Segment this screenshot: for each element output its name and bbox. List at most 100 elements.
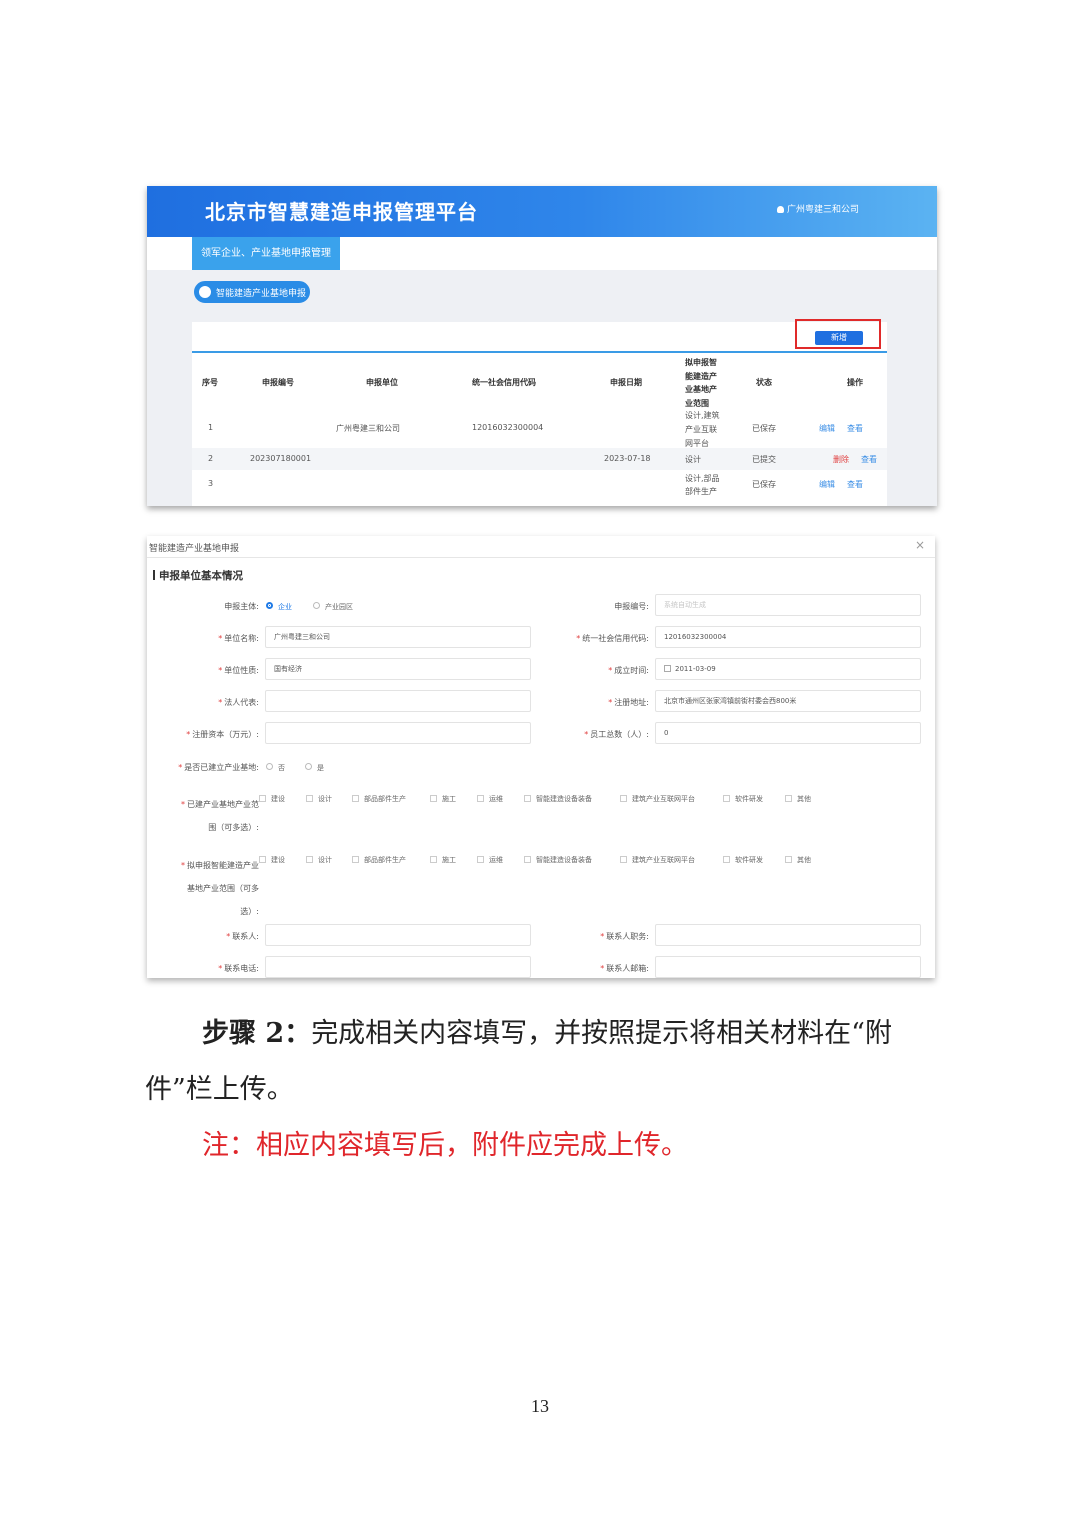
code-field[interactable]: 系统自动生成 (655, 594, 921, 616)
checkbox[interactable] (524, 795, 531, 802)
view-link[interactable]: 查看 (847, 479, 863, 490)
radio-built-no-label: 否 (278, 764, 285, 772)
unit-name-field[interactable]: 广州粤建三和公司 (265, 626, 531, 648)
user-menu[interactable]: 广州粤建三和公司 (777, 202, 859, 215)
contact-field[interactable] (265, 924, 531, 946)
radio-built-yes[interactable] (305, 763, 312, 770)
checkbox[interactable] (306, 856, 313, 863)
note-text: 注：相应内容填写后，附件应完成上传。 (202, 1130, 688, 1161)
radio-built-no[interactable] (266, 763, 273, 770)
subject-label: 申报主体: (224, 602, 259, 611)
cell-scope: 设计 (685, 455, 701, 464)
checkbox[interactable] (430, 856, 437, 863)
checkbox-label: 部品部件生产 (364, 856, 406, 864)
nav-tab-management[interactable]: 领军企业、产业基地申报管理 (192, 237, 340, 270)
checkbox[interactable] (785, 856, 792, 863)
checkbox[interactable] (477, 856, 484, 863)
radio-park[interactable] (313, 602, 320, 609)
staff-label: * 员工总数（人）: (584, 730, 649, 739)
cell-no: 1 (208, 423, 214, 432)
label-text: 成立时间: (614, 666, 649, 675)
close-icon[interactable]: × (915, 538, 925, 552)
column-header: 申报编号 (262, 378, 294, 387)
email-label: * 联系人邮箱: (600, 964, 649, 973)
calendar-icon (664, 665, 671, 672)
credit-field[interactable]: 12016032300004 (655, 626, 921, 648)
edit-link[interactable]: 编辑 (819, 423, 835, 434)
capital-field[interactable] (265, 722, 531, 744)
platform-title: 北京市智慧建造申报管理平台 (205, 200, 478, 224)
step-paragraph-line2: 件”栏上传。 (145, 1074, 294, 1105)
checkbox[interactable] (477, 795, 484, 802)
radio-enterprise[interactable] (266, 602, 273, 609)
checkbox[interactable] (620, 856, 627, 863)
view-link[interactable]: 查看 (847, 423, 863, 434)
checkbox-label: 设计 (318, 795, 332, 803)
label-text: 单位性质: (224, 666, 259, 675)
add-button[interactable]: 新增 (815, 331, 863, 345)
label-text: 注册地址: (614, 698, 649, 707)
cell-no: 2 (208, 454, 214, 463)
checkbox[interactable] (723, 795, 730, 802)
panel-divider (192, 351, 887, 353)
column-header: 统一社会信用代码 (472, 378, 536, 387)
cell-scope: 设计,部品 部件生产 (685, 472, 720, 498)
checkbox-label: 其他 (797, 795, 811, 803)
code-label: 申报编号: (614, 602, 649, 611)
checkbox[interactable] (259, 856, 266, 863)
label-text: 统一社会信用代码: (582, 634, 649, 643)
cell-scope: 设计,建筑 产业互联 网平台 (685, 409, 720, 451)
email-field[interactable] (655, 956, 921, 978)
legal-label: * 法人代表: (218, 698, 259, 707)
checkbox[interactable] (785, 795, 792, 802)
checkbox[interactable] (352, 856, 359, 863)
section-title: 申报单位基本情况 (153, 568, 243, 583)
nature-select[interactable]: 国有经济 (265, 658, 531, 680)
header-line: 能建造产 (685, 371, 717, 381)
plan-scope-label: * 拟申报智能建造产业 基地产业范围（可多 选）: (181, 854, 259, 923)
scope-line: 设计,部品 (685, 474, 720, 483)
checkbox[interactable] (259, 795, 266, 802)
section-pill-button[interactable]: 智能建造产业基地申报 (194, 281, 310, 303)
checkbox-label: 设计 (318, 856, 332, 864)
radio-park-label: 产业园区 (325, 603, 353, 611)
staff-field[interactable]: 0 (655, 722, 921, 744)
phone-field[interactable] (265, 956, 531, 978)
label-line: 基地产业范围（可多 (187, 884, 259, 893)
delete-link[interactable]: 删除 (833, 454, 849, 465)
column-header: 申报单位 (366, 378, 398, 387)
checkbox[interactable] (524, 856, 531, 863)
column-header-scope: 拟申报智 能建造产 业基地产 业范围 (685, 356, 717, 410)
section-title-text: 申报单位基本情况 (159, 570, 243, 582)
address-field[interactable]: 北京市通州区张家湾镇前街村委会西800米 (655, 690, 921, 712)
checkbox-label: 建筑产业互联网平台 (632, 795, 695, 803)
label-text: 联系人邮箱: (606, 964, 649, 973)
capital-label: * 注册资本（万元）: (186, 730, 259, 739)
built-label: * 是否已建立产业基地: (178, 763, 259, 772)
label-text: 联系电话: (224, 964, 259, 973)
contact-title-field[interactable] (655, 924, 921, 946)
founded-date-field[interactable]: 2011-03-09 (655, 658, 921, 680)
label-text: 法人代表: (224, 698, 259, 707)
checkbox[interactable] (430, 795, 437, 802)
unit-name-label: * 单位名称: (218, 634, 259, 643)
cell-code: 202307180001 (250, 454, 312, 463)
checkbox[interactable] (723, 856, 730, 863)
checkbox[interactable] (306, 795, 313, 802)
contact-title-label: * 联系人职务: (600, 932, 649, 941)
label-line: * 拟申报智能建造产业 (181, 861, 259, 870)
edit-link[interactable]: 编辑 (819, 479, 835, 490)
legal-field[interactable] (265, 690, 531, 712)
checkbox-label: 软件研发 (735, 856, 763, 864)
label-text: 已建产业基地产业范 (187, 800, 259, 809)
view-link[interactable]: 查看 (861, 454, 877, 465)
page-number: 13 (531, 1396, 549, 1416)
label-line: 围（可多选）: (208, 823, 259, 832)
label-line: 选）: (240, 907, 259, 916)
checkbox-label: 运维 (489, 856, 503, 864)
step-paragraph-line1: 步骤 2：完成相关内容填写，并按照提示将相关材料在“附 (202, 1011, 892, 1050)
checkbox[interactable] (620, 795, 627, 802)
credit-label: * 统一社会信用代码: (576, 634, 649, 643)
checkbox[interactable] (352, 795, 359, 802)
cell-date: 2023-07-18 (604, 454, 651, 463)
